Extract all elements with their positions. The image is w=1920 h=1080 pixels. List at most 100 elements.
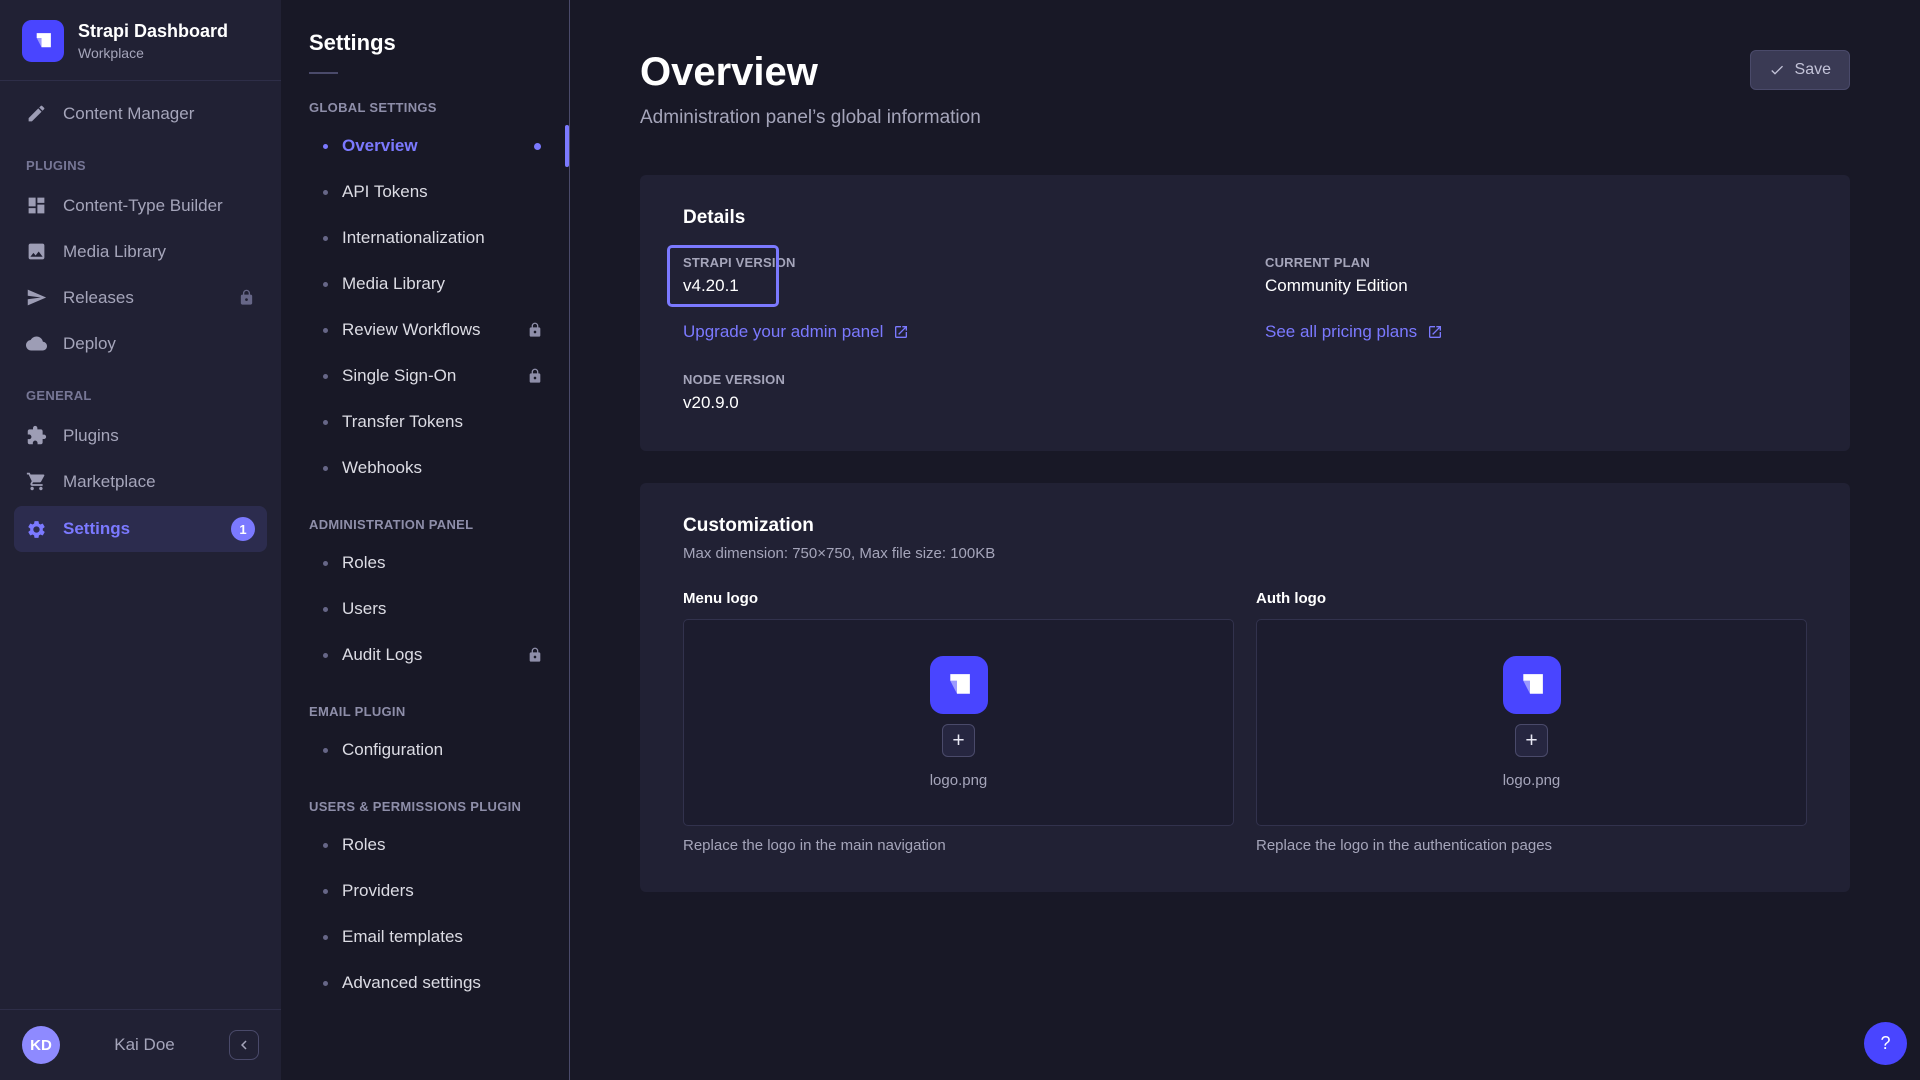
brand[interactable]: Strapi Dashboard Workplace: [0, 0, 281, 80]
nav-item-label: Settings: [63, 519, 130, 539]
subnav-item-up-roles[interactable]: Roles: [309, 822, 569, 868]
nav-section-plugins: PLUGINS: [12, 138, 269, 181]
bullet-icon: [323, 466, 328, 471]
bullet-icon: [323, 420, 328, 425]
add-logo-button[interactable]: +: [942, 724, 975, 757]
pen-icon: [26, 103, 47, 124]
node-version-field: NODE VERSION v20.9.0: [683, 372, 785, 413]
nav-item-deploy[interactable]: Deploy: [14, 322, 267, 365]
subnav-item-label: Advanced settings: [342, 973, 481, 993]
subnav-item-label: API Tokens: [342, 182, 428, 202]
subnav-item-users[interactable]: Users: [309, 586, 569, 632]
gear-icon: [26, 519, 47, 540]
help-button[interactable]: ?: [1864, 1022, 1907, 1065]
upgrade-admin-panel-link[interactable]: Upgrade your admin panel: [683, 322, 909, 342]
nav-spacer: [0, 563, 281, 1009]
lock-icon: [527, 647, 543, 663]
bullet-icon: [323, 843, 328, 848]
settings-subnav: Settings GLOBAL SETTINGS Overview API To…: [281, 0, 570, 1080]
menu-logo-hint: Replace the logo in the main navigation: [683, 837, 1234, 854]
page-subtitle: Administration panel’s global informatio…: [640, 107, 981, 129]
nav-item-label: Media Library: [63, 242, 166, 262]
lock-icon: [238, 289, 255, 306]
user-name: Kai Doe: [70, 1035, 219, 1055]
nav-item-label: Deploy: [63, 334, 116, 354]
subnav-item-internationalization[interactable]: Internationalization: [309, 215, 569, 261]
nav-item-settings[interactable]: Settings 1: [14, 506, 267, 552]
current-plan-label: CURRENT PLAN: [1265, 255, 1408, 270]
nav-item-marketplace[interactable]: Marketplace: [14, 460, 267, 503]
subnav-item-single-sign-on[interactable]: Single Sign-On: [309, 353, 569, 399]
subnav-item-audit-logs[interactable]: Audit Logs: [309, 632, 569, 678]
subnav-item-configuration[interactable]: Configuration: [309, 727, 569, 773]
bullet-icon: [323, 653, 328, 658]
add-logo-button[interactable]: +: [1515, 724, 1548, 757]
main-nav: Strapi Dashboard Workplace Content Manag…: [0, 0, 281, 1080]
nav-item-content-manager[interactable]: Content Manager: [14, 92, 267, 135]
details-card: Details STRAPI VERSION v4.20.1 Upgrade y…: [640, 175, 1850, 451]
subnav-item-review-workflows[interactable]: Review Workflows: [309, 307, 569, 353]
subnav-section-administration-panel: ADMINISTRATION PANEL: [309, 517, 569, 532]
nav-item-label: Releases: [63, 288, 134, 308]
subnav-section-global-settings: GLOBAL SETTINGS: [309, 100, 569, 115]
bullet-icon: [323, 236, 328, 241]
subnav-item-roles[interactable]: Roles: [309, 540, 569, 586]
nav-item-plugins[interactable]: Plugins: [14, 414, 267, 457]
customization-card: Customization Max dimension: 750×750, Ma…: [640, 483, 1850, 892]
pricing-link-label: See all pricing plans: [1265, 322, 1417, 342]
subnav-item-label: Overview: [342, 136, 418, 156]
bullet-icon: [323, 889, 328, 894]
external-link-icon: [1427, 324, 1443, 340]
subnav-item-label: Roles: [342, 835, 385, 855]
subnav-item-overview[interactable]: Overview: [309, 123, 569, 169]
menu-logo-upload-box[interactable]: + logo.png: [683, 619, 1234, 826]
external-link-icon: [893, 324, 909, 340]
nav-item-media-library[interactable]: Media Library: [14, 230, 267, 273]
nav-item-label: Marketplace: [63, 472, 156, 492]
auth-logo-hint: Replace the logo in the authentication p…: [1256, 837, 1807, 854]
node-version-label: NODE VERSION: [683, 372, 785, 387]
bullet-icon: [323, 935, 328, 940]
auth-logo-filename: logo.png: [1503, 772, 1561, 789]
bullet-icon: [323, 144, 328, 149]
menu-logo-label: Menu logo: [683, 590, 1234, 607]
subnav-item-label: Internationalization: [342, 228, 485, 248]
subnav-item-label: Roles: [342, 553, 385, 573]
main-nav-list: Content Manager PLUGINS Content-Type Bui…: [0, 81, 281, 563]
collapse-sidebar-button[interactable]: [229, 1030, 259, 1060]
paper-plane-icon: [26, 287, 47, 308]
nav-item-content-type-builder[interactable]: Content-Type Builder: [14, 184, 267, 227]
lock-icon: [527, 368, 543, 384]
avatar[interactable]: KD: [22, 1026, 60, 1064]
subnav-item-api-tokens[interactable]: API Tokens: [309, 169, 569, 215]
nav-item-releases[interactable]: Releases: [14, 276, 267, 319]
page-header: Overview Administration panel’s global i…: [640, 0, 1850, 129]
details-title: Details: [683, 207, 1807, 229]
bullet-icon: [323, 374, 328, 379]
strapi-logo-icon: [1503, 656, 1561, 714]
auth-logo-label: Auth logo: [1256, 590, 1807, 607]
subnav-item-email-templates[interactable]: Email templates: [309, 914, 569, 960]
subnav-item-advanced-settings[interactable]: Advanced settings: [309, 960, 569, 1006]
bullet-icon: [323, 282, 328, 287]
subnav-item-transfer-tokens[interactable]: Transfer Tokens: [309, 399, 569, 445]
bullet-icon: [323, 607, 328, 612]
nav-item-label: Content-Type Builder: [63, 196, 223, 216]
auth-logo-upload-box[interactable]: + logo.png: [1256, 619, 1807, 826]
pricing-plans-link[interactable]: See all pricing plans: [1265, 322, 1443, 342]
puzzle-icon: [26, 425, 47, 446]
strapi-logo-icon: [930, 656, 988, 714]
subnav-item-media-library[interactable]: Media Library: [309, 261, 569, 307]
image-icon: [26, 241, 47, 262]
subnav-item-providers[interactable]: Providers: [309, 868, 569, 914]
details-left-column: STRAPI VERSION v4.20.1 Upgrade your admi…: [683, 255, 1225, 413]
check-icon: [1769, 62, 1785, 78]
upgrade-link-label: Upgrade your admin panel: [683, 322, 883, 342]
nav-item-label: Content Manager: [63, 104, 194, 124]
node-version-value: v20.9.0: [683, 393, 785, 413]
subnav-item-label: Webhooks: [342, 458, 422, 478]
subnav-item-label: Providers: [342, 881, 414, 901]
active-dot-icon: [534, 143, 541, 150]
save-button[interactable]: Save: [1750, 50, 1850, 90]
subnav-item-webhooks[interactable]: Webhooks: [309, 445, 569, 491]
